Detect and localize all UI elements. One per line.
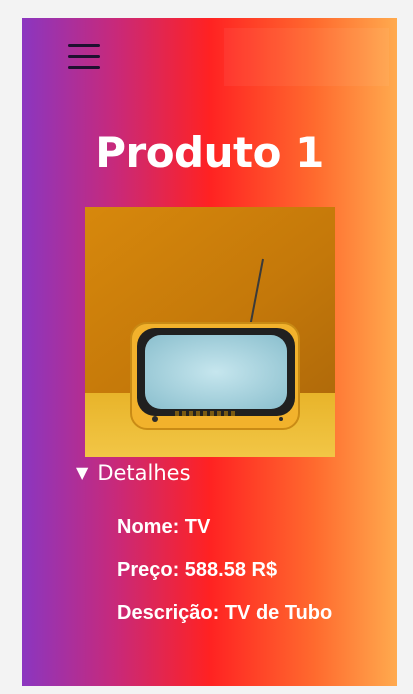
hamburger-menu-icon[interactable] <box>68 43 100 71</box>
triangle-down-icon: ▼ <box>76 463 89 482</box>
app-screen: Produto 1 ▼ Detalhes Nome: TV Preço: 588… <box>22 18 397 686</box>
details-toggle[interactable]: ▼ Detalhes <box>76 461 376 485</box>
product-price: Preço: 588.58 R$ <box>117 559 278 581</box>
menu-bar-middle <box>68 55 100 58</box>
header-area <box>224 28 389 86</box>
menu-bar-top <box>68 44 100 47</box>
product-name: Nome: TV <box>117 516 211 538</box>
product-image <box>85 207 335 457</box>
page-title: Produto 1 <box>95 128 324 177</box>
product-info-list: Nome: TV Preço: 588.58 R$ Descrição: TV … <box>117 516 332 645</box>
menu-bar-bottom <box>68 66 100 69</box>
product-description: Descrição: TV de Tubo <box>117 602 333 624</box>
details-label: Detalhes <box>97 461 191 485</box>
details-section: ▼ Detalhes Nome: TV Preço: 588.58 R$ Des… <box>76 461 376 624</box>
